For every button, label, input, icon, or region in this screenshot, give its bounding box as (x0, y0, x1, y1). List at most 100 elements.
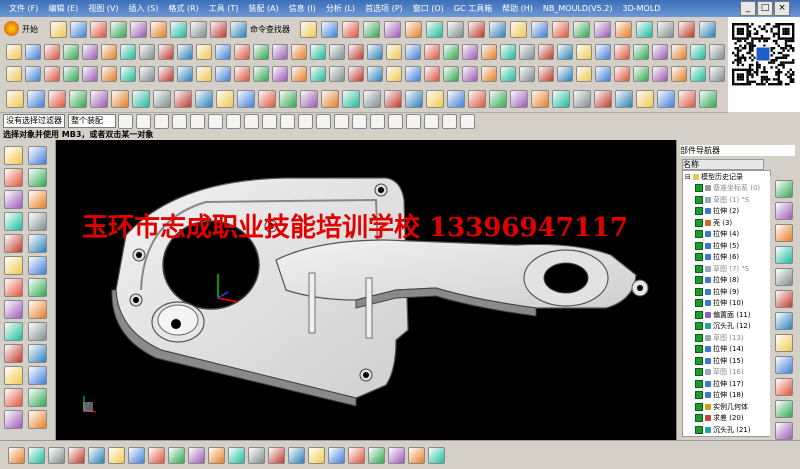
selection-tool-icon[interactable] (298, 114, 313, 129)
selection-tool-icon[interactable] (244, 114, 259, 129)
toolbar-button-icon[interactable] (348, 66, 364, 82)
toolbar-button-icon[interactable] (363, 21, 380, 38)
column-header-name[interactable]: 名称 (682, 159, 764, 170)
toolbar-button-icon[interactable] (342, 90, 360, 108)
tree-row[interactable]: 拉伸 (4) (695, 229, 739, 239)
left-tool-icon[interactable] (28, 146, 47, 165)
toolbar-button-icon[interactable] (500, 66, 516, 82)
toolbar-button-icon[interactable] (342, 21, 359, 38)
toolbar-button-icon[interactable] (27, 90, 45, 108)
toolbar-button-icon[interactable] (671, 66, 687, 82)
toolbar-button-icon[interactable] (531, 90, 549, 108)
bottom-tool-icon[interactable] (368, 447, 385, 464)
resource-bar-icon[interactable] (775, 290, 793, 308)
toolbar-button-icon[interactable] (82, 44, 98, 60)
resource-bar-icon[interactable] (775, 400, 793, 418)
left-tool-icon[interactable] (4, 322, 23, 341)
toolbar-button-icon[interactable] (215, 44, 231, 60)
toolbar-button-icon[interactable] (120, 66, 136, 82)
toolbar-button-icon[interactable] (481, 44, 497, 60)
toolbar-button-icon[interactable] (426, 21, 443, 38)
tree-row[interactable]: 拉伸 (9) (695, 287, 739, 297)
tree-row[interactable]: 拉伸 (17) (695, 379, 744, 389)
toolbar-button-icon[interactable] (101, 66, 117, 82)
toolbar-button-icon[interactable] (678, 21, 695, 38)
left-tool-icon[interactable] (4, 278, 23, 297)
tree-row[interactable]: 拉伸 (18) (695, 390, 744, 400)
toolbar-button-icon[interactable] (348, 44, 364, 60)
visibility-checkbox[interactable] (695, 345, 703, 353)
tree-row[interactable]: 实例几何体 (695, 402, 748, 412)
toolbar-button-icon[interactable] (690, 44, 706, 60)
tree-row[interactable]: 拉伸 (14) (695, 344, 744, 354)
bottom-tool-icon[interactable] (388, 447, 405, 464)
visibility-checkbox[interactable] (695, 276, 703, 284)
toolbar-button-icon[interactable] (111, 90, 129, 108)
toolbar-button-icon[interactable] (272, 44, 288, 60)
toolbar-button-icon[interactable] (310, 44, 326, 60)
resource-bar-icon[interactable] (775, 202, 793, 220)
selection-tool-icon[interactable] (208, 114, 223, 129)
toolbar-button-icon[interactable] (321, 21, 338, 38)
toolbar-button-icon[interactable] (519, 66, 535, 82)
left-tool-icon[interactable] (4, 256, 23, 275)
toolbar-button-icon[interactable] (329, 44, 345, 60)
visibility-checkbox[interactable] (695, 218, 703, 227)
visibility-checkbox[interactable] (695, 333, 703, 342)
menu-item[interactable]: GC 工具箱 (449, 2, 497, 15)
left-tool-icon[interactable] (4, 410, 23, 429)
toolbar-button-icon[interactable] (462, 66, 478, 82)
left-tool-icon[interactable] (28, 234, 47, 253)
bottom-tool-icon[interactable] (108, 447, 125, 464)
menu-item[interactable]: 分析 (L) (321, 2, 360, 15)
bottom-tool-icon[interactable] (328, 447, 345, 464)
left-tool-icon[interactable] (28, 300, 47, 319)
toolbar-button-icon[interactable] (468, 90, 486, 108)
tree-row[interactable]: 草图 (1) "S (695, 195, 749, 205)
toolbar-button-icon[interactable] (234, 66, 250, 82)
selection-tool-icon[interactable] (262, 114, 277, 129)
toolbar-button-icon[interactable] (215, 66, 231, 82)
visibility-checkbox[interactable] (695, 207, 703, 215)
toolbar-button-icon[interactable] (90, 90, 108, 108)
visibility-checkbox[interactable] (695, 287, 703, 296)
toolbar-button-icon[interactable] (500, 44, 516, 60)
toolbar-button-icon[interactable] (386, 66, 402, 82)
selection-tool-icon[interactable] (460, 114, 475, 129)
resource-bar-icon[interactable] (775, 180, 793, 198)
toolbar-button-icon[interactable] (690, 66, 706, 82)
left-tool-icon[interactable] (4, 344, 23, 363)
toolbar-button-icon[interactable] (110, 21, 127, 38)
resource-bar-icon[interactable] (775, 246, 793, 264)
menu-item[interactable]: 工具 (T) (204, 2, 244, 15)
assembly-scope-combo[interactable]: 整个装配 (68, 114, 116, 128)
tree-row[interactable]: 偏置面 (11) (695, 310, 751, 320)
toolbar-button-icon[interactable] (573, 90, 591, 108)
toolbar-button-icon[interactable] (576, 66, 592, 82)
visibility-checkbox[interactable] (695, 264, 703, 273)
tree-row[interactable]: 草图 (16) (695, 367, 744, 377)
toolbar-button-icon[interactable] (158, 44, 174, 60)
toolbar-button-icon[interactable] (699, 21, 716, 38)
visibility-checkbox[interactable] (695, 414, 703, 422)
toolbar-button-icon[interactable] (130, 21, 147, 38)
toolbar-button-icon[interactable] (196, 44, 212, 60)
graphics-viewport[interactable]: 玉环市志成职业技能培训学校 13396947117 (56, 140, 676, 440)
toolbar-button-icon[interactable] (291, 44, 307, 60)
menu-item[interactable]: 格式 (R) (163, 2, 203, 15)
left-tool-icon[interactable] (4, 146, 23, 165)
toolbar-button-icon[interactable] (557, 66, 573, 82)
selection-tool-icon[interactable] (442, 114, 457, 129)
toolbar-button-icon[interactable] (158, 66, 174, 82)
resource-bar-icon[interactable] (775, 224, 793, 242)
toolbar-button-icon[interactable] (576, 44, 592, 60)
toolbar-button-icon[interactable] (6, 44, 22, 60)
selection-tool-icon[interactable] (316, 114, 331, 129)
toolbar-button-icon[interactable] (216, 90, 234, 108)
toolbar-button-icon[interactable] (424, 66, 440, 82)
toolbar-button-icon[interactable] (447, 21, 464, 38)
selection-tool-icon[interactable] (370, 114, 385, 129)
toolbar-button-icon[interactable] (25, 66, 41, 82)
start-label[interactable]: 开始 (22, 24, 38, 35)
toolbar-button-icon[interactable] (519, 44, 535, 60)
